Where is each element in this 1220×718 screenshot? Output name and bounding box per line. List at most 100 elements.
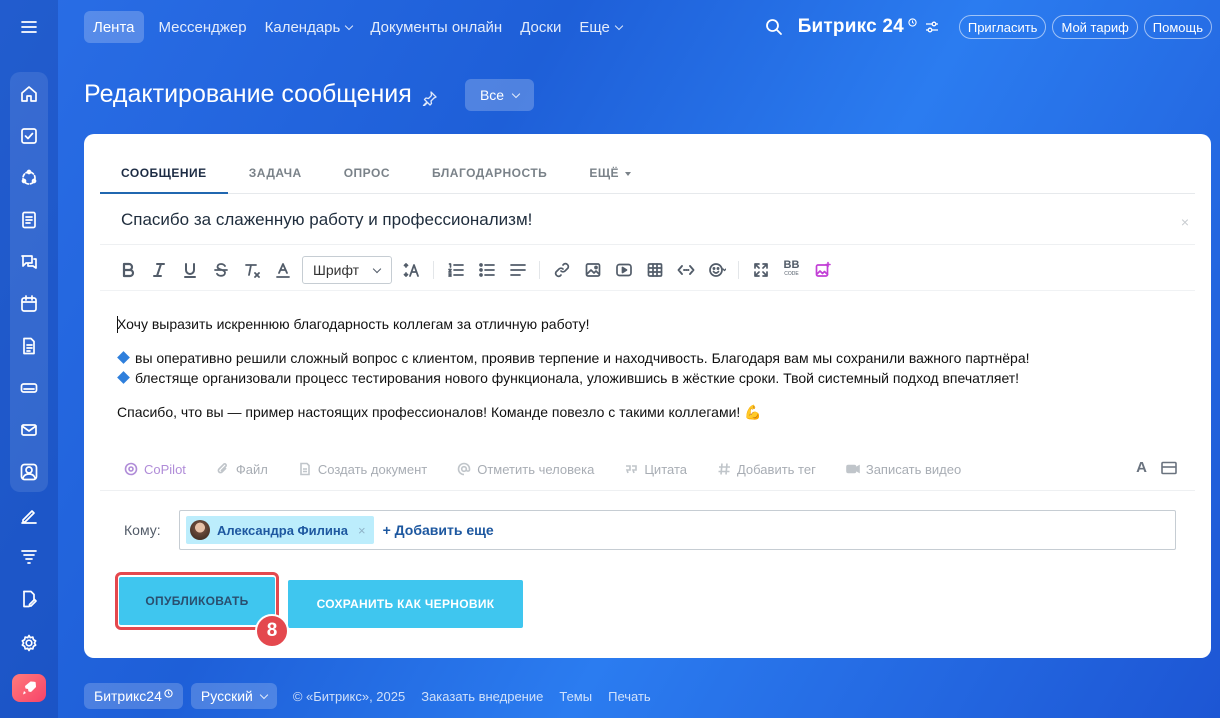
text-color-icon[interactable] xyxy=(267,255,298,285)
italic-icon[interactable] xyxy=(143,255,174,285)
rocket-icon[interactable] xyxy=(12,674,46,702)
add-recipient-link[interactable]: + Добавить еще xyxy=(383,522,494,538)
add-tag-button[interactable]: Добавить тег xyxy=(717,462,816,477)
message-bullet: блестяще организовали процесс тестирован… xyxy=(117,368,1177,388)
mention-label: Отметить человека xyxy=(477,461,595,477)
tab-appreciation[interactable]: БЛАГОДАРНОСТЬ xyxy=(411,158,568,194)
chevron-down-icon xyxy=(614,21,624,30)
create-document-button[interactable]: Создать документ xyxy=(298,462,427,477)
numbered-list-icon[interactable] xyxy=(440,255,471,285)
nav-documents[interactable]: Документы онлайн xyxy=(361,11,511,43)
my-tariff-button[interactable]: Мой тариф xyxy=(1052,15,1138,39)
blue-diamond-icon xyxy=(117,351,130,364)
camera-icon xyxy=(846,464,860,474)
quote-label: Цитата xyxy=(644,461,687,477)
chevron-down-icon xyxy=(345,21,354,30)
video-icon[interactable] xyxy=(608,255,639,285)
contacts-icon[interactable] xyxy=(10,457,48,487)
save-draft-button[interactable]: СОХРАНИТЬ КАК ЧЕРНОВИК xyxy=(288,580,523,628)
sign-icon[interactable] xyxy=(14,500,44,530)
chat-icon[interactable] xyxy=(10,247,48,277)
settings-icon[interactable] xyxy=(14,628,44,658)
tab-message[interactable]: СООБЩЕНИЕ xyxy=(100,158,228,194)
remove-recipient-icon[interactable]: × xyxy=(358,523,366,538)
order-implementation-link[interactable]: Заказать внедрение xyxy=(421,689,543,704)
tab-more[interactable]: ЕЩЁ xyxy=(568,158,652,194)
funnel-icon[interactable] xyxy=(14,542,44,572)
footer-brand-button[interactable]: Битрикс24 xyxy=(84,683,183,709)
document-icon[interactable] xyxy=(10,331,48,361)
brand-logo[interactable]: Битрикс 24 xyxy=(798,16,904,38)
subject-field[interactable]: Спасибо за слаженную работу и профессион… xyxy=(121,210,532,230)
mail-icon[interactable] xyxy=(10,415,48,445)
nav-feed[interactable]: Лента xyxy=(84,11,144,43)
sites-icon[interactable] xyxy=(10,163,48,193)
recipient-chip[interactable]: Александра Филина × xyxy=(186,516,374,544)
bold-icon[interactable] xyxy=(112,255,143,285)
blue-diamond-icon xyxy=(117,371,130,384)
clock-icon xyxy=(908,17,917,27)
quote-button[interactable]: Цитата xyxy=(624,462,687,477)
copilot-button[interactable]: CoPilot xyxy=(124,462,186,477)
home-icon[interactable] xyxy=(10,79,48,109)
nav-boards[interactable]: Доски xyxy=(511,11,570,43)
separator xyxy=(539,261,540,279)
copilot-label: CoPilot xyxy=(144,461,186,477)
align-icon[interactable] xyxy=(502,255,533,285)
mention-button[interactable]: Отметить человека xyxy=(457,462,594,477)
copyright: © «Битрикс», 2025 xyxy=(292,688,406,704)
image-icon[interactable] xyxy=(577,255,608,285)
record-video-button[interactable]: Записать видео xyxy=(846,462,961,477)
emoji-icon[interactable] xyxy=(701,255,732,285)
file-button[interactable]: Файл xyxy=(216,462,268,477)
message-editor[interactable]: Хочу выразить искреннюю благодарность ко… xyxy=(117,314,1177,436)
tab-task[interactable]: ЗАДАЧА xyxy=(228,158,323,194)
record-video-label: Записать видео xyxy=(865,461,962,477)
nav-calendar-label: Календарь xyxy=(264,18,341,36)
strikethrough-icon[interactable] xyxy=(205,255,236,285)
post-actions: CoPilot Файл Создать документ Отметить ч… xyxy=(124,459,991,479)
tab-poll[interactable]: ОПРОС xyxy=(323,158,411,194)
clear-format-icon[interactable] xyxy=(236,255,267,285)
code-icon[interactable] xyxy=(670,255,701,285)
menu-icon[interactable] xyxy=(14,12,44,42)
tasks-icon[interactable] xyxy=(10,121,48,151)
paperclip-icon xyxy=(217,463,227,474)
feed-icon[interactable] xyxy=(10,205,48,235)
invite-button[interactable]: Пригласить xyxy=(958,15,1047,39)
language-select[interactable]: Русский xyxy=(190,683,277,709)
settings-sliders-icon[interactable] xyxy=(925,20,939,34)
footer-brand-label: Битрикс24 xyxy=(94,688,162,704)
font-select[interactable]: Шрифт xyxy=(302,256,392,284)
recipients-field[interactable]: Александра Филина × + Добавить еще xyxy=(179,510,1176,550)
fullscreen-icon[interactable] xyxy=(745,255,776,285)
underline-icon[interactable] xyxy=(174,255,205,285)
recipients-label: Кому: xyxy=(124,522,161,538)
nav-messenger[interactable]: Мессенджер xyxy=(150,11,256,43)
help-button[interactable]: Помощь xyxy=(1143,15,1212,39)
font-size-icon[interactable] xyxy=(396,255,427,285)
bbcode-icon[interactable]: BB CODE xyxy=(776,255,807,285)
drive-icon[interactable] xyxy=(10,373,48,403)
table-icon[interactable] xyxy=(639,255,670,285)
text-format-toggle[interactable]: A xyxy=(1136,459,1147,476)
print-link[interactable]: Печать xyxy=(608,689,651,704)
close-icon[interactable]: × xyxy=(1181,214,1189,230)
ai-image-icon[interactable] xyxy=(807,255,838,285)
search-icon[interactable] xyxy=(764,17,784,37)
divider xyxy=(100,290,1195,291)
filter-all-button[interactable]: Все xyxy=(465,79,534,111)
separator xyxy=(738,261,739,279)
themes-link[interactable]: Темы xyxy=(559,689,592,704)
pin-icon[interactable] xyxy=(422,90,438,106)
add-tag-label: Добавить тег xyxy=(736,461,816,477)
edit-doc-icon[interactable] xyxy=(14,584,44,614)
nav-more[interactable]: Еще xyxy=(570,11,631,43)
nav-calendar[interactable]: Календарь xyxy=(256,11,362,43)
divider xyxy=(100,490,1195,491)
bulleted-list-icon[interactable] xyxy=(471,255,502,285)
publish-button[interactable]: ОПУБЛИКОВАТЬ xyxy=(119,577,275,625)
panel-toggle-icon[interactable] xyxy=(1161,461,1177,475)
link-icon[interactable] xyxy=(546,255,577,285)
calendar-icon[interactable] xyxy=(10,289,48,319)
